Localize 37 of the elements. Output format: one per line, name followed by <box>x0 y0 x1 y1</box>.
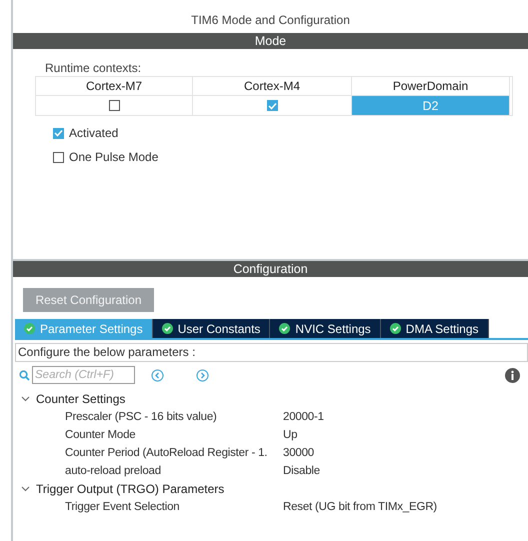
search-icon <box>19 370 30 380</box>
runtime-label: Runtime contexts: <box>45 61 142 75</box>
check-circle-icon <box>390 323 401 334</box>
previous-icon[interactable] <box>151 368 164 382</box>
chevron-down-icon[interactable] <box>21 486 30 492</box>
parameter-value[interactable]: Reset (UG bit from TIMx_EGR) <box>283 501 437 513</box>
parameter-name: Counter Mode <box>65 429 136 441</box>
check-circle-icon <box>24 323 35 334</box>
group-label[interactable]: Trigger Output (TRGO) Parameters <box>36 482 224 496</box>
group-label[interactable]: Counter Settings <box>36 392 126 406</box>
checkbox-label[interactable]: One Pulse Mode <box>69 150 158 164</box>
checkbox[interactable] <box>266 100 278 111</box>
info-icon[interactable] <box>505 368 520 382</box>
hint-text: Configure the below parameters : <box>15 343 528 362</box>
checkbox[interactable] <box>108 100 120 111</box>
parameter-value[interactable]: 20000-1 <box>283 411 324 423</box>
next-icon[interactable] <box>196 368 209 382</box>
parameter-name: auto-reload preload <box>65 465 162 477</box>
checkbox[interactable] <box>53 152 64 162</box>
tab[interactable]: DMA Settings <box>380 319 488 338</box>
parameter-value[interactable]: Disable <box>283 465 320 477</box>
parameter-name: Prescaler (PSC - 16 bits value) <box>65 411 218 423</box>
tab[interactable]: User Constants <box>152 319 270 338</box>
parameter-value[interactable]: Up <box>283 429 298 441</box>
check-circle-icon <box>162 323 173 334</box>
check-circle-icon <box>279 323 290 334</box>
parameter-name: Trigger Event Selection <box>65 501 181 513</box>
mode-header: Mode <box>13 33 528 49</box>
search-field[interactable]: Search (Ctrl+F) <box>32 366 135 384</box>
checkbox[interactable] <box>53 128 64 138</box>
window-title: TIM6 Mode and Configuration <box>190 12 351 29</box>
parameter-value[interactable]: 30000 <box>283 447 314 459</box>
parameter-name: Counter Period (AutoReload Register - 1. <box>65 447 268 459</box>
checkbox-label[interactable]: Activated <box>69 126 118 140</box>
tab[interactable]: NVIC Settings <box>270 319 381 338</box>
chevron-down-icon[interactable] <box>21 396 30 402</box>
configuration-header: Configuration <box>13 261 528 277</box>
